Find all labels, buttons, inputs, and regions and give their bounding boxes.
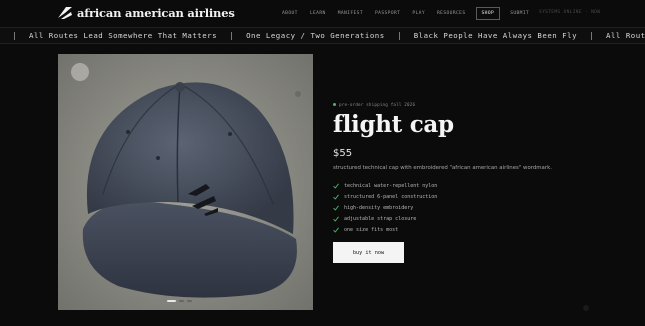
preorder-eyebrow: pre-order shipping fall 2026 <box>333 102 593 107</box>
product-image[interactable] <box>58 54 313 310</box>
nav-link-resources[interactable]: RESOURCES <box>431 8 472 19</box>
ticker-item: All Routes Lead <box>606 31 645 40</box>
ticker-item: Black People Have Always Been Fly <box>413 31 578 40</box>
product-details: pre-order shipping fall 2026 flight cap … <box>333 102 593 263</box>
nav-link-manifest[interactable]: MANIFEST <box>332 8 369 19</box>
status-dot-icon <box>333 103 336 106</box>
feature-list: technical water-repellent nylon structure… <box>333 180 593 236</box>
check-icon <box>333 216 339 222</box>
nav-link-submit[interactable]: SUBMIT <box>504 8 535 19</box>
ticker-separator <box>231 31 233 40</box>
feature-item: adjustable strap closure <box>333 214 593 225</box>
buy-now-button[interactable]: buy it now <box>333 242 404 263</box>
check-icon <box>333 227 339 234</box>
gallery-dot[interactable] <box>179 300 184 302</box>
ticker-item: All Routes Lead Somewhere That Matters <box>29 31 218 40</box>
product-description: structured technical cap with embroidere… <box>333 165 552 171</box>
ticker-separator <box>398 31 400 40</box>
check-icon <box>333 205 339 211</box>
scroll-indicator[interactable] <box>583 305 589 311</box>
brand-logo[interactable]: african american airlines <box>57 6 235 20</box>
nav-link-about[interactable]: ABOUT <box>276 8 304 19</box>
check-icon <box>333 194 339 200</box>
brand-name: african american airlines <box>77 6 235 20</box>
feature-text: one size fits most <box>344 227 399 234</box>
nav-link-shop[interactable]: SHOP <box>475 7 501 20</box>
product-price: $55 <box>333 148 353 159</box>
feature-text: technical water-repellent nylon <box>344 182 438 189</box>
feature-item: high-density embroidery <box>333 202 593 213</box>
product-title: flight cap <box>333 111 454 138</box>
check-icon <box>333 183 339 189</box>
feature-item: one size fits most <box>333 225 593 236</box>
nav-link-learn[interactable]: LEARN <box>304 8 332 19</box>
nav-link-play[interactable]: PLAY <box>406 8 431 19</box>
cap-illustration <box>58 54 313 310</box>
gallery-dot[interactable] <box>187 300 192 302</box>
nav-links: ABOUT LEARN MANIFEST PASSPORT PLAY RESOURCES S… <box>276 7 535 20</box>
feature-text: structured 6-panel construction <box>344 193 438 200</box>
feature-item: structured 6-panel construction <box>333 191 593 202</box>
ticker-separator <box>591 31 593 40</box>
marquee-ticker: All Routes Lead Somewhere That Matters On… <box>0 27 645 44</box>
top-nav: african american airlines ABOUT LEARN MANI… <box>0 0 645 27</box>
ticker-track: All Routes Lead Somewhere That Matters On… <box>0 31 645 40</box>
feature-item: technical water-repellent nylon <box>333 180 593 191</box>
gallery-dot[interactable] <box>167 300 176 302</box>
eyebrow-text: pre-order shipping fall 2026 <box>339 102 416 107</box>
gallery-dots <box>167 300 192 302</box>
nav-link-passport[interactable]: PASSPORT <box>369 8 406 19</box>
feature-text: adjustable strap closure <box>344 216 417 223</box>
system-status: SYSTEMS ONLINE · NOW <box>539 10 601 15</box>
feature-text: high-density embroidery <box>344 204 414 211</box>
ticker-separator <box>14 31 15 40</box>
plane-wing-logo-icon <box>58 7 72 19</box>
ticker-item: One Legacy / Two Generations <box>246 31 385 40</box>
